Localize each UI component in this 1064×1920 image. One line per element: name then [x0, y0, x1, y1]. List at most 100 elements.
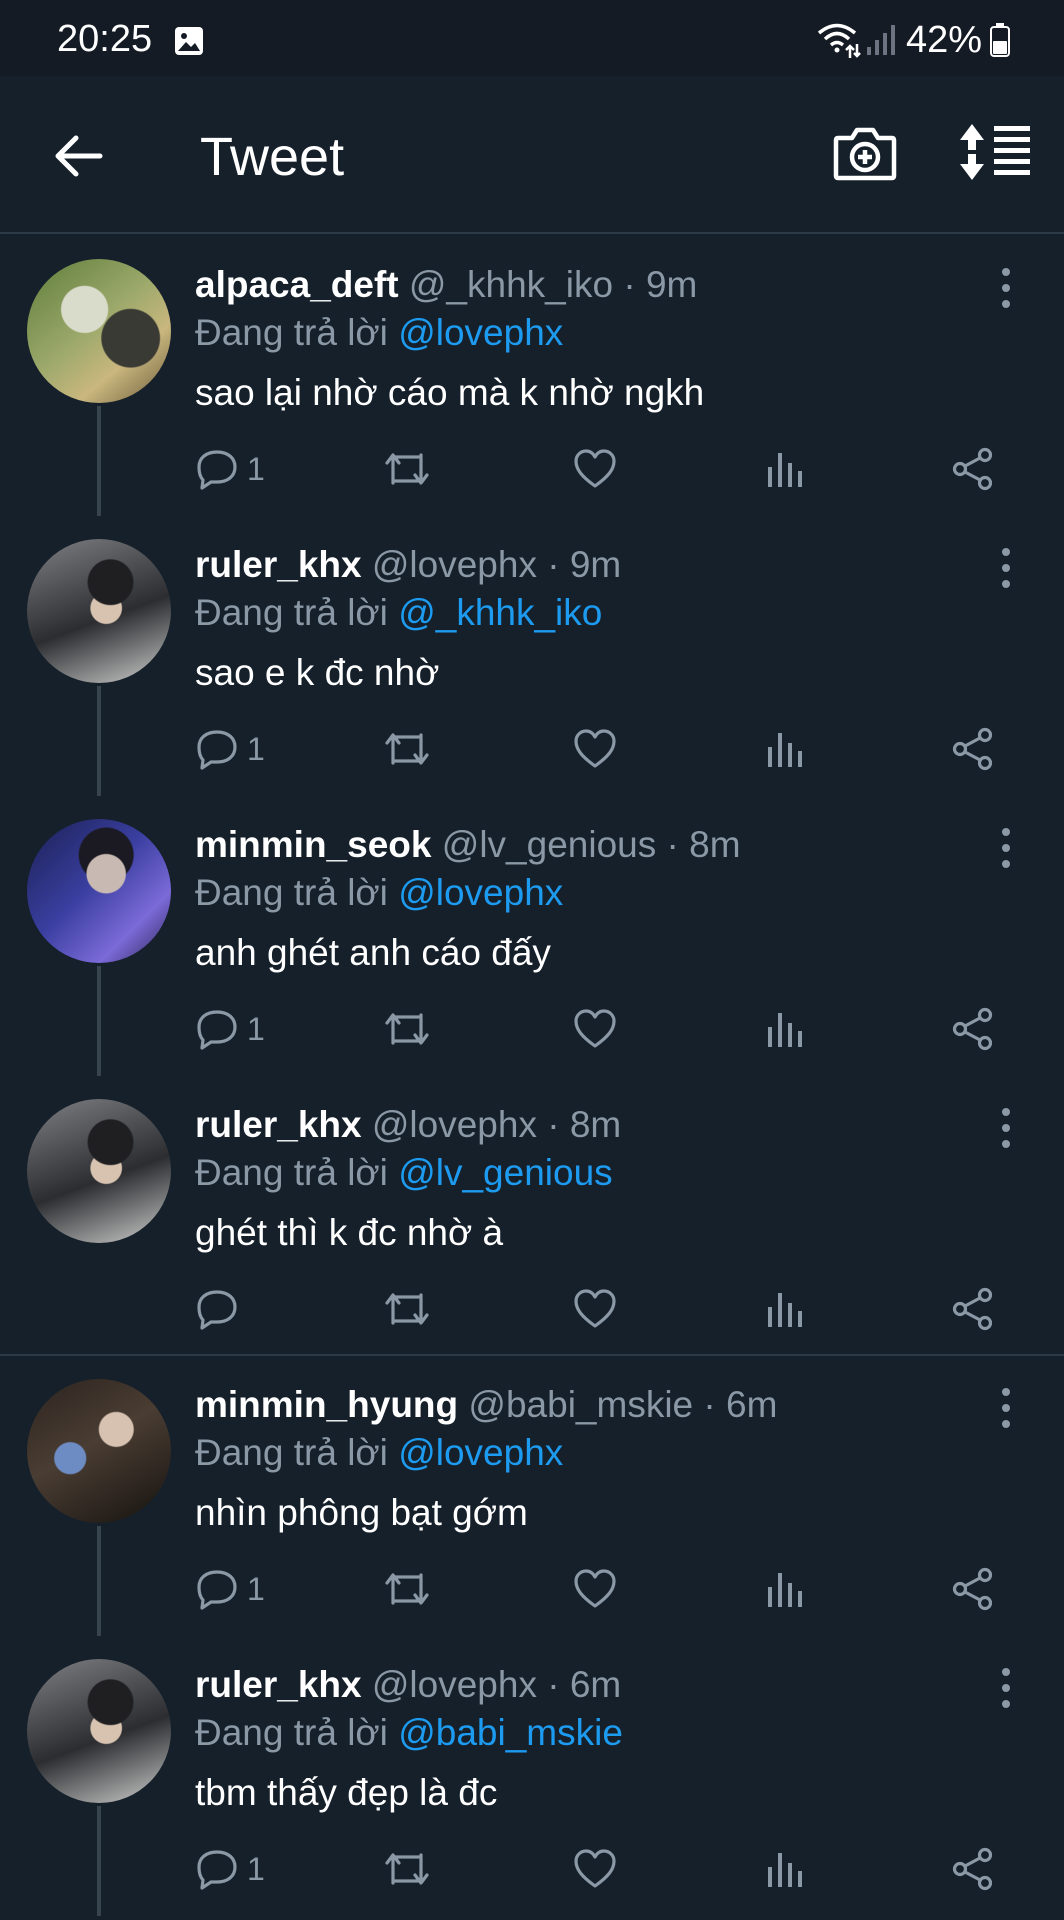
- sort-replies-icon[interactable]: [960, 122, 1032, 182]
- retweet-button[interactable]: [383, 726, 431, 772]
- reply-tweet[interactable]: ruler_khx @lovephx · 9m Đang trả lời @_k…: [0, 516, 1064, 796]
- more-options-icon[interactable]: [990, 1106, 1022, 1150]
- reply-mention-link[interactable]: @lovephx: [398, 312, 563, 353]
- like-button[interactable]: [573, 1286, 617, 1332]
- avatar[interactable]: [27, 1379, 171, 1523]
- more-options-icon[interactable]: [990, 546, 1022, 590]
- retweet-button[interactable]: [383, 1846, 431, 1892]
- separator-dot: ·: [703, 1384, 716, 1425]
- tweet-text: nhìn phông bạt gớm: [195, 1492, 528, 1533]
- reply-icon: [197, 1850, 237, 1890]
- analytics-button[interactable]: [763, 1846, 807, 1892]
- thread-connector-line: [97, 966, 101, 1076]
- more-options-icon[interactable]: [990, 826, 1022, 870]
- like-button[interactable]: [573, 1006, 617, 1052]
- display-name[interactable]: ruler_khx: [195, 1104, 362, 1145]
- reply-mention-link[interactable]: @_khhk_iko: [398, 592, 602, 633]
- tweet-header: alpaca_deft @_khhk_iko · 9m: [195, 264, 697, 306]
- display-name[interactable]: minmin_seok: [195, 824, 431, 865]
- heart-icon: [574, 729, 616, 768]
- reply-tweet[interactable]: alpaca_deft @_khhk_iko · 9m Đang trả lời…: [0, 236, 1064, 516]
- reply-tweet[interactable]: ruler_khx @lovephx · 6m Đang trả lời @ba…: [0, 1636, 1064, 1916]
- analytics-button[interactable]: [763, 726, 807, 772]
- more-options-icon[interactable]: [990, 1386, 1022, 1430]
- reply-button[interactable]: 1: [195, 1006, 265, 1052]
- reply-icon: [197, 1570, 237, 1610]
- more-options-icon[interactable]: [990, 1666, 1022, 1710]
- tweet-actions: [195, 1286, 1025, 1336]
- retweet-button[interactable]: [383, 1006, 431, 1052]
- tweet-time: 8m: [689, 824, 741, 865]
- avatar[interactable]: [27, 1659, 171, 1803]
- user-handle: @_khhk_iko: [408, 264, 614, 305]
- camera-add-icon[interactable]: [832, 120, 898, 186]
- reply-mention-link[interactable]: @lv_genious: [398, 1152, 612, 1193]
- analytics-button[interactable]: [763, 1286, 807, 1332]
- like-button[interactable]: [573, 726, 617, 772]
- reply-button[interactable]: 1: [195, 726, 265, 772]
- analytics-button[interactable]: [763, 1566, 807, 1612]
- analytics-icon: [768, 1013, 802, 1047]
- separator-dot: ·: [666, 824, 679, 865]
- retweet-icon: [385, 1573, 429, 1605]
- retweet-button[interactable]: [383, 1286, 431, 1332]
- reply-icon: [197, 450, 237, 490]
- battery-percent: 42%: [905, 18, 982, 61]
- like-button[interactable]: [573, 446, 617, 492]
- reply-mention-link[interactable]: @lovephx: [398, 872, 563, 913]
- reply-button[interactable]: [195, 1286, 239, 1332]
- like-button[interactable]: [573, 1566, 617, 1612]
- display-name[interactable]: ruler_khx: [195, 1664, 362, 1705]
- display-name[interactable]: ruler_khx: [195, 544, 362, 585]
- separator-dot: ·: [547, 544, 560, 585]
- tweet-actions: 1: [195, 726, 1025, 776]
- reply-button[interactable]: 1: [195, 446, 265, 492]
- replying-to-line: Đang trả lời @lovephx: [195, 1432, 563, 1474]
- reply-tweet[interactable]: ruler_khx @lovephx · 8m Đang trả lời @lv…: [0, 1076, 1064, 1356]
- display-name[interactable]: alpaca_deft: [195, 264, 399, 305]
- share-icon: [952, 447, 993, 491]
- share-button[interactable]: [951, 1006, 995, 1052]
- tweet-text: ghét thì k đc nhờ à: [195, 1212, 504, 1253]
- retweet-icon: [385, 1013, 429, 1045]
- analytics-button[interactable]: [763, 1006, 807, 1052]
- tweet-time: 9m: [569, 544, 622, 585]
- tweet-time: 8m: [569, 1104, 622, 1145]
- replying-to-label: Đang trả lời: [195, 1152, 388, 1193]
- share-button[interactable]: [951, 1846, 995, 1892]
- share-button[interactable]: [951, 1286, 995, 1332]
- separator-dot: ·: [547, 1664, 560, 1705]
- reply-mention-link[interactable]: @babi_mskie: [398, 1712, 623, 1753]
- reply-tweet[interactable]: minmin_hyung @babi_mskie · 6m Đang trả l…: [0, 1356, 1064, 1636]
- retweet-button[interactable]: [383, 446, 431, 492]
- reply-button[interactable]: 1: [195, 1566, 265, 1612]
- display-name[interactable]: minmin_hyung: [195, 1384, 458, 1425]
- thread-connector-line: [97, 686, 101, 796]
- reply-icon: [197, 1290, 237, 1330]
- tweet-text: sao e k đc nhờ: [195, 652, 440, 693]
- retweet-button[interactable]: [383, 1566, 431, 1612]
- avatar[interactable]: [27, 259, 171, 403]
- like-button[interactable]: [573, 1846, 617, 1892]
- retweet-icon: [385, 1293, 429, 1325]
- heart-icon: [574, 449, 616, 488]
- back-arrow-icon[interactable]: [48, 126, 108, 186]
- reply-button[interactable]: 1: [195, 1846, 265, 1892]
- share-button[interactable]: [951, 1566, 995, 1612]
- more-options-icon[interactable]: [990, 266, 1022, 310]
- share-button[interactable]: [951, 446, 995, 492]
- avatar[interactable]: [27, 819, 171, 963]
- heart-icon: [574, 1849, 616, 1888]
- tweet-text: sao lại nhờ cáo mà k nhờ ngkh: [195, 372, 705, 413]
- status-time: 20:25: [57, 18, 153, 60]
- avatar[interactable]: [27, 539, 171, 683]
- analytics-button[interactable]: [763, 446, 807, 492]
- reply-tweet[interactable]: minmin_seok @lv_genious · 8m Đang trả lờ…: [0, 796, 1064, 1076]
- replying-to-label: Đang trả lời: [195, 872, 388, 913]
- tweet-time: 6m: [726, 1384, 778, 1425]
- tweet-header: ruler_khx @lovephx · 8m: [195, 1104, 621, 1146]
- share-button[interactable]: [951, 726, 995, 772]
- share-icon: [952, 1287, 993, 1331]
- reply-mention-link[interactable]: @lovephx: [398, 1432, 563, 1473]
- avatar[interactable]: [27, 1099, 171, 1243]
